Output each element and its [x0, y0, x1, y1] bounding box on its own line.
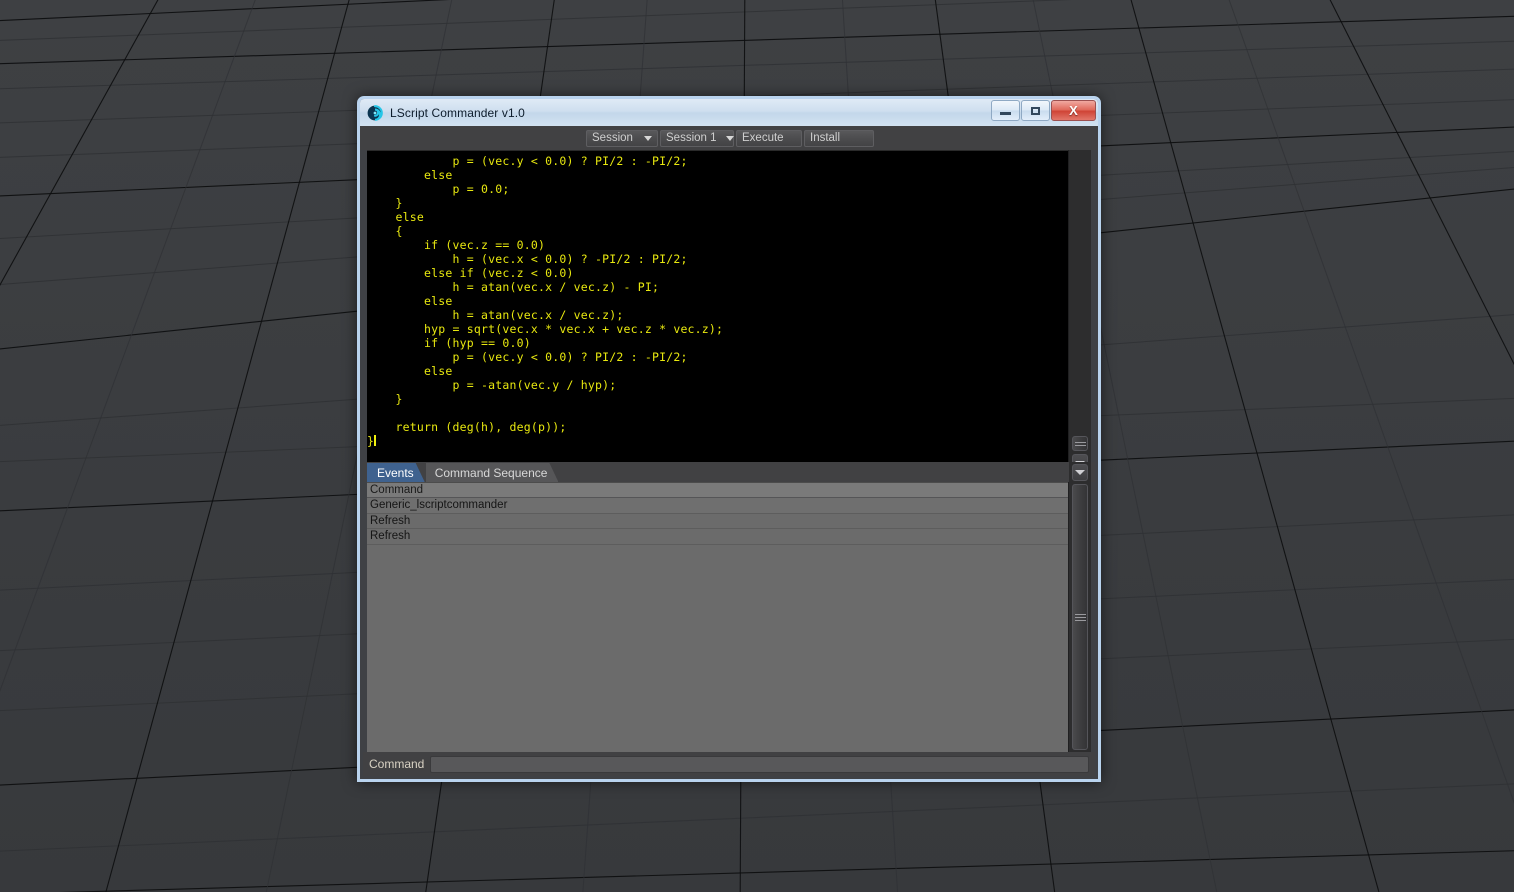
tab-strip: Events Command Sequence — [363, 462, 1095, 483]
editor-vertical-scrollbar[interactable] — [1068, 150, 1091, 472]
script-code-last-line: } — [367, 434, 375, 448]
minimize-button[interactable] — [991, 100, 1020, 121]
install-button-label: Install — [810, 132, 841, 144]
grip-handle-icon — [1074, 441, 1086, 446]
tab-list: Events Command Sequence — [367, 462, 559, 482]
execute-button-label: Execute — [742, 132, 784, 144]
close-icon: X — [1069, 103, 1078, 118]
list-column-header[interactable]: Command — [367, 483, 1068, 498]
editor-scrollbar-thumb[interactable] — [1072, 436, 1088, 451]
window-title: LScript Commander v1.0 — [390, 105, 525, 120]
list-item[interactable]: Generic_lscriptcommander — [367, 498, 1068, 514]
events-list[interactable]: Command Generic_lscriptcommander Refresh… — [367, 482, 1068, 752]
list-empty-area — [367, 545, 1068, 753]
list-item-label: Refresh — [370, 514, 411, 527]
list-item-label: Generic_lscriptcommander — [370, 499, 508, 512]
lightwave-swirl-icon — [367, 104, 383, 121]
script-editor-content: p = (vec.y < 0.0) ? PI/2 : -PI/2; else p… — [367, 151, 1068, 448]
list-region: Command Generic_lscriptcommander Refresh… — [363, 482, 1095, 752]
tab-command-sequence[interactable]: Command Sequence — [426, 463, 559, 482]
tab-overflow-button[interactable] — [1072, 464, 1088, 481]
command-bar: Command — [363, 752, 1095, 776]
window-body: p = (vec.y < 0.0) ? PI/2 : -PI/2; else p… — [363, 150, 1095, 776]
list-item[interactable]: Refresh — [367, 529, 1068, 545]
command-input[interactable] — [430, 755, 1089, 773]
maximize-button[interactable] — [1021, 100, 1050, 121]
minimize-icon — [1000, 111, 1011, 115]
list-vertical-scrollbar[interactable] — [1068, 482, 1091, 752]
script-code: p = (vec.y < 0.0) ? PI/2 : -PI/2; else p… — [395, 154, 724, 434]
list-scrollbar-thumb[interactable] — [1072, 484, 1088, 750]
maximize-icon — [1031, 106, 1040, 115]
toolbar: Session Session 1 Execute Install — [360, 126, 1098, 150]
lscript-commander-window: LScript Commander v1.0 X Session Session… — [357, 96, 1101, 782]
chevron-down-icon — [725, 135, 734, 141]
command-input-label: Command — [369, 757, 425, 771]
tab-command-sequence-label: Command Sequence — [434, 465, 548, 480]
tab-overflow-holder — [1069, 462, 1091, 483]
tab-events[interactable]: Events — [367, 463, 425, 482]
grip-handle-icon — [1074, 613, 1086, 621]
tab-events-label: Events — [377, 465, 414, 480]
script-editor[interactable]: p = (vec.y < 0.0) ? PI/2 : -PI/2; else p… — [367, 150, 1068, 462]
session-select-dropdown[interactable]: Session 1 — [660, 129, 734, 147]
list-item-label: Refresh — [370, 530, 411, 543]
session-select-dropdown-value: Session 1 — [666, 132, 717, 144]
editor-region: p = (vec.y < 0.0) ? PI/2 : -PI/2; else p… — [363, 150, 1095, 472]
list-item[interactable]: Refresh — [367, 514, 1068, 529]
script-editor-caret-line: } — [367, 434, 377, 448]
execute-button[interactable]: Execute — [736, 129, 802, 147]
session-type-dropdown-value: Session — [592, 132, 633, 144]
chevron-down-icon — [1075, 470, 1085, 475]
window-controls: X — [991, 100, 1096, 121]
chevron-down-icon — [644, 135, 652, 141]
window-titlebar[interactable]: LScript Commander v1.0 X — [360, 99, 1098, 126]
session-type-dropdown[interactable]: Session — [586, 129, 658, 147]
close-button[interactable]: X — [1051, 100, 1096, 121]
list-column-header-command: Command — [370, 484, 424, 496]
install-button[interactable]: Install — [804, 129, 874, 147]
text-cursor — [374, 435, 377, 446]
